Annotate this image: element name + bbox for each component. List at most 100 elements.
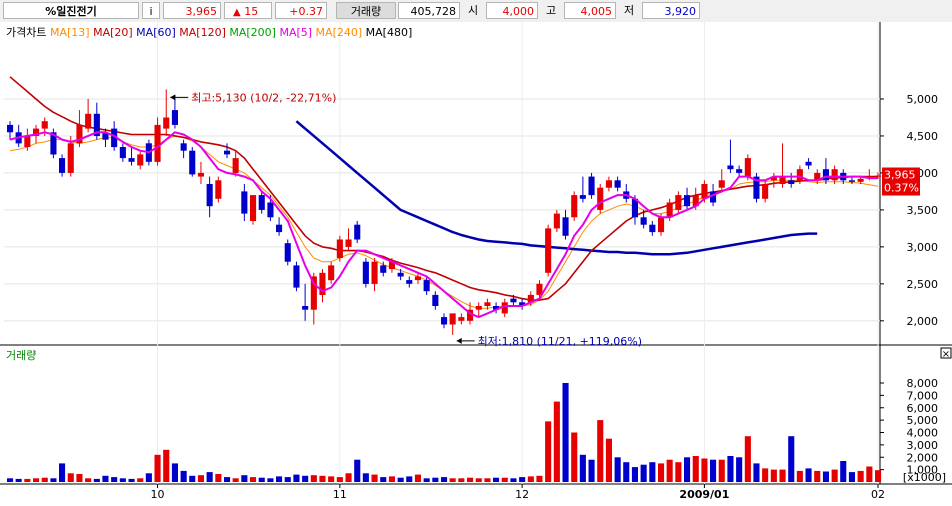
volume-bar — [588, 459, 595, 482]
volume-bar — [137, 478, 144, 482]
legend-entry: MA[20] — [93, 26, 136, 39]
candle-body — [458, 317, 465, 321]
volume-bar — [145, 473, 152, 482]
volume-bar — [562, 383, 569, 482]
low-label: 저 — [623, 4, 635, 17]
volume-bar — [241, 475, 248, 482]
candle-body — [875, 175, 882, 177]
candle-body — [579, 195, 586, 199]
candle-body — [684, 195, 691, 207]
volume-bar — [718, 459, 725, 482]
volume-bar — [553, 401, 560, 482]
candle-body — [727, 165, 734, 170]
volume-tick-label: 4,000 — [907, 427, 939, 440]
volume-bar — [649, 462, 656, 482]
volume-bar — [467, 477, 474, 482]
volume-tick-label: 7,000 — [907, 389, 939, 402]
legend-entry: MA[60] — [136, 26, 179, 39]
volume-bar — [519, 477, 526, 482]
x-tick-label: 12 — [515, 488, 529, 501]
volume-bar — [102, 475, 109, 482]
candle-body — [658, 217, 665, 233]
volume-bar — [76, 474, 83, 482]
volume-bar — [189, 475, 196, 482]
volume-bar — [163, 449, 170, 482]
candle-body — [779, 176, 786, 184]
volume-bar — [510, 478, 517, 482]
candle-body — [736, 169, 743, 173]
volume-bar — [623, 462, 630, 482]
volume-bar — [658, 463, 665, 482]
candle-body — [250, 195, 257, 221]
candle-body — [180, 143, 187, 151]
volume-bar — [85, 478, 92, 482]
candle-body — [406, 280, 413, 284]
high-label: 고 — [545, 4, 557, 17]
candle-body — [232, 158, 239, 173]
candle-body — [336, 239, 343, 258]
candle-body — [796, 169, 803, 181]
volume-bar — [224, 477, 231, 482]
candle-body — [354, 224, 361, 240]
candle-body — [24, 135, 31, 147]
volume-bar — [640, 464, 647, 482]
volume-bar — [128, 478, 135, 482]
legend-entry: MA[200] — [229, 26, 279, 39]
open-value: 4,000 — [486, 2, 538, 19]
volume-bar — [206, 472, 213, 482]
candle-body — [163, 117, 170, 129]
volume-bar — [840, 461, 847, 482]
stock-name[interactable]: %일진전기 — [3, 2, 139, 19]
candle-body — [189, 150, 196, 175]
volume-bar — [779, 469, 786, 482]
volume-bar — [493, 477, 500, 482]
volume-bar — [380, 477, 387, 482]
candle-body — [553, 213, 560, 229]
candle-body — [762, 184, 769, 199]
candle-body — [562, 217, 569, 236]
volume-bar — [215, 474, 222, 482]
volume-bar — [631, 467, 638, 482]
candle-body — [614, 180, 621, 188]
volume-bar — [805, 468, 812, 482]
candle-body — [449, 313, 456, 325]
candle-body — [571, 195, 578, 218]
volume-bar — [302, 475, 309, 482]
volume-bar — [432, 477, 439, 482]
volume-bar — [710, 459, 717, 482]
candle-body — [267, 202, 274, 218]
legend-entry: MA[5] — [279, 26, 315, 39]
volume-bar — [796, 470, 803, 482]
candle-body — [276, 224, 283, 233]
volume-bar — [276, 476, 283, 482]
close-icon[interactable]: × — [942, 349, 950, 360]
legend-entry: MA[120] — [179, 26, 229, 39]
info-icon[interactable]: i — [142, 2, 160, 19]
volume-bar — [319, 475, 326, 482]
price-change-pct: +0.37 — [275, 2, 327, 19]
price-tick-label: 3,500 — [907, 204, 939, 217]
volume-bar — [770, 469, 777, 482]
legend-entry: MA[240] — [316, 26, 366, 39]
low-value: 3,920 — [642, 2, 700, 19]
stock-chart[interactable]: 2,0002,5003,0003,5004,0004,5005,0001,000… — [0, 22, 952, 506]
volume-bar — [848, 472, 855, 482]
volume-bar — [727, 456, 734, 482]
volume-bar — [753, 463, 760, 482]
candle-body — [154, 124, 161, 162]
volume-bar — [180, 470, 187, 482]
candle-body — [588, 176, 595, 196]
candle-body — [345, 239, 352, 247]
candle-body — [293, 265, 300, 288]
candle-body — [831, 169, 838, 181]
candle-body — [224, 150, 231, 155]
price-legend: 가격차트 MA[13] MA[20] MA[60] MA[120] MA[200… — [6, 26, 412, 39]
up-arrow-icon: ▲ — [233, 7, 241, 18]
candle-body — [41, 121, 48, 129]
price-change: ▲ 15 — [224, 2, 272, 19]
volume-bar — [50, 478, 57, 482]
volume-bar — [171, 463, 178, 482]
annotation-label: 최저:1,810 (11/21, +119,06%) — [478, 335, 642, 348]
volume-value: 405,728 — [398, 2, 460, 19]
volume-bar — [814, 470, 821, 482]
